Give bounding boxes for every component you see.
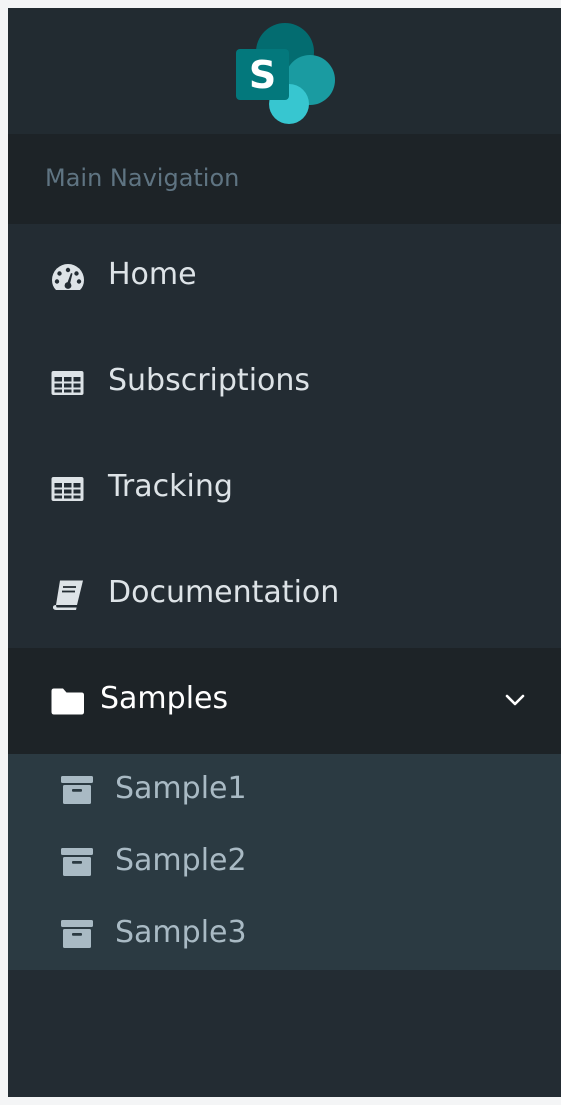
table-icon: [51, 371, 84, 395]
submenu-item-sample1[interactable]: Sample1: [8, 754, 561, 826]
sidebar: S Main Navigation Home Subscriptions Tra…: [8, 8, 561, 1097]
archive-icon: [61, 848, 93, 876]
logo-letter: S: [249, 53, 276, 97]
book-icon: [52, 580, 83, 610]
nav-item-home[interactable]: Home: [8, 224, 561, 330]
submenu-item-label: Sample2: [115, 843, 247, 878]
submenu-item-sample2[interactable]: Sample2: [8, 826, 561, 898]
samples-submenu: Sample1 Sample2 Sample3: [8, 754, 561, 970]
archive-icon: [61, 920, 93, 948]
folder-icon: [51, 688, 84, 715]
chevron-down-icon[interactable]: [503, 688, 527, 712]
nav-item-label: Home: [108, 257, 197, 292]
brand-header: S: [8, 8, 561, 134]
sharepoint-logo-icon[interactable]: S: [233, 22, 345, 126]
nav-item-label: Samples: [100, 681, 229, 716]
nav-item-label: Tracking: [108, 469, 233, 504]
nav-item-label: Documentation: [108, 575, 340, 610]
table-icon: [51, 477, 84, 501]
section-header-label: Main Navigation: [45, 164, 240, 192]
nav-item-tracking[interactable]: Tracking: [8, 436, 561, 542]
nav-item-samples[interactable]: Samples: [8, 648, 561, 754]
section-header: Main Navigation: [8, 134, 561, 224]
nav-item-label: Subscriptions: [108, 363, 311, 398]
tachometer-icon: [52, 264, 84, 290]
submenu-item-sample3[interactable]: Sample3: [8, 898, 561, 970]
nav-item-subscriptions[interactable]: Subscriptions: [8, 330, 561, 436]
nav-item-documentation[interactable]: Documentation: [8, 542, 561, 648]
submenu-item-label: Sample3: [115, 915, 247, 950]
archive-icon: [61, 776, 93, 804]
submenu-item-label: Sample1: [115, 771, 247, 806]
